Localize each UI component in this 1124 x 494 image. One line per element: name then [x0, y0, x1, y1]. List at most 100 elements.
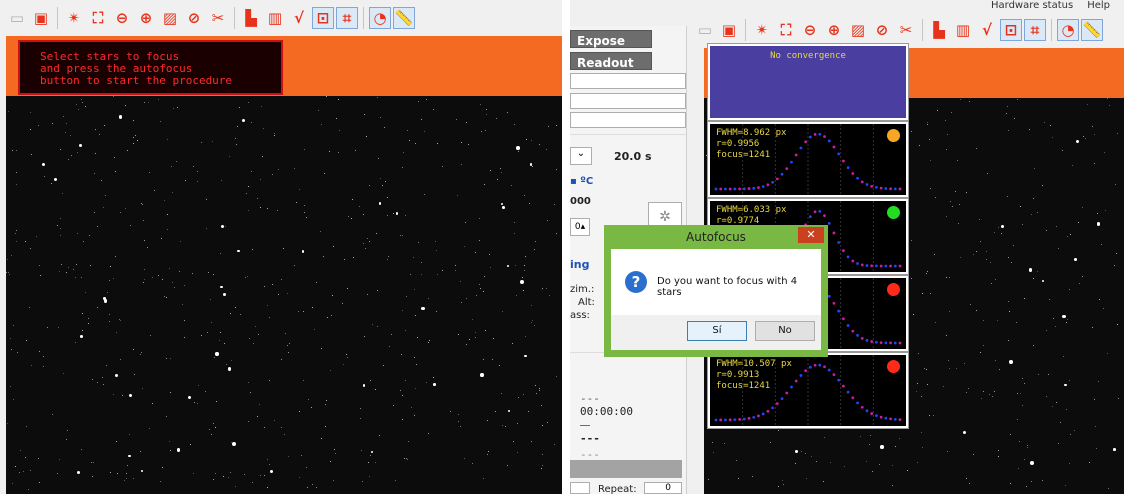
ruler-icon[interactable]: 📏 [1081, 19, 1103, 41]
stars-icon[interactable]: ✴ [751, 19, 773, 41]
new-icon[interactable]: ▭ [694, 19, 716, 41]
star-dot [414, 314, 416, 316]
ruler-icon[interactable]: 📏 [393, 7, 415, 29]
curve-point [870, 340, 874, 343]
menu-help[interactable]: Help [1087, 0, 1110, 12]
curve-point [879, 415, 883, 419]
input-field-3[interactable] [570, 112, 686, 128]
star-graph-1[interactable]: FWHM=8.962 px r=0.9956 focus=1241 [707, 121, 909, 198]
no-entry-icon[interactable]: ⊘ [183, 7, 205, 29]
fit-screen-icon[interactable]: ⛶ [775, 19, 797, 41]
repeat-label: Repeat: [598, 484, 637, 494]
no-entry-icon[interactable]: ⊘ [871, 19, 893, 41]
zoom-in-icon[interactable]: ⊕ [135, 7, 157, 29]
star-dot [192, 272, 194, 274]
star-dot [540, 467, 542, 469]
input-field-2[interactable] [570, 93, 686, 109]
star-dot [923, 367, 925, 369]
close-icon[interactable]: ✕ [798, 227, 824, 243]
star-dot [955, 190, 957, 192]
exposure-dropdown[interactable]: ⌄ [570, 147, 592, 165]
star-dot [6, 272, 8, 274]
star-dot [218, 340, 220, 342]
star-dot [423, 194, 425, 196]
star-image[interactable] [6, 96, 562, 494]
reticle-icon[interactable]: ◔ [369, 7, 391, 29]
spinner-input[interactable]: 0▴ [570, 218, 590, 236]
star-dot [338, 129, 340, 131]
readout-button[interactable]: Readout [570, 52, 652, 70]
no-button[interactable]: No [755, 321, 815, 341]
histogram-icon[interactable]: ▙ [240, 7, 262, 29]
menu-hardware-status[interactable]: Hardware status [991, 0, 1073, 12]
curve-point [841, 159, 845, 163]
star-dot [805, 477, 807, 479]
curve-point [832, 231, 836, 235]
star-dot [15, 232, 17, 234]
stars-icon[interactable]: ✴ [63, 7, 85, 29]
zoom-out-icon[interactable]: ⊖ [111, 7, 133, 29]
toolbar-separator [1051, 19, 1052, 41]
bar-chart-icon[interactable]: ▥ [264, 7, 286, 29]
expose-button[interactable]: Expose [570, 30, 652, 48]
star-dot [417, 241, 419, 243]
star-dot [262, 155, 264, 157]
repeat-input[interactable]: 0 [644, 482, 682, 494]
focus-target-icon[interactable]: ⊡ [312, 7, 334, 29]
star-dot [230, 472, 232, 474]
star-dot [534, 240, 536, 242]
star-dot [986, 250, 988, 252]
star-dot [220, 286, 223, 289]
save-icon[interactable]: ▣ [718, 19, 740, 41]
star-dot [338, 151, 340, 153]
reticle-icon[interactable]: ◔ [1057, 19, 1079, 41]
curve-point [742, 417, 746, 421]
star-dot [161, 278, 163, 280]
sqrt-icon[interactable]: √ [976, 19, 998, 41]
focus-target-icon[interactable]: ⊡ [1000, 19, 1022, 41]
save-icon[interactable]: ▣ [30, 7, 52, 29]
star-dot [1049, 299, 1051, 301]
star-dot [252, 249, 254, 251]
star-dot [392, 405, 394, 407]
star-dot [1113, 448, 1116, 451]
histogram-icon[interactable]: ▙ [928, 19, 950, 41]
star-dot [89, 265, 91, 267]
curve-point [860, 180, 864, 184]
star-dot [184, 337, 186, 339]
star-dot [377, 325, 379, 327]
convergence-text: No convergence [770, 51, 846, 61]
star-graph-4[interactable]: FWHM=10.507 px r=0.9913 focus=1241 [707, 352, 909, 429]
curve-point [799, 146, 803, 150]
cut-icon[interactable]: ✂ [207, 7, 229, 29]
crop-icon[interactable]: ⌗ [1024, 19, 1046, 41]
star-dot [61, 192, 63, 194]
star-dot [466, 298, 468, 300]
curve-point [865, 183, 869, 186]
star-dot [465, 221, 467, 223]
star-dot [513, 123, 515, 125]
star-dot [30, 112, 32, 113]
bar-chart-icon[interactable]: ▥ [952, 19, 974, 41]
crop-icon[interactable]: ⌗ [336, 7, 358, 29]
sqrt-icon[interactable]: √ [288, 7, 310, 29]
star-dot [383, 364, 385, 366]
star-dot [368, 241, 370, 243]
small-field[interactable] [570, 482, 590, 494]
star-dot [13, 324, 15, 326]
input-field-1[interactable] [570, 73, 686, 89]
image-icon[interactable]: ▨ [159, 7, 181, 29]
image-icon[interactable]: ▨ [847, 19, 869, 41]
cut-icon[interactable]: ✂ [895, 19, 917, 41]
star-dot [235, 485, 237, 487]
star-dot [1023, 298, 1025, 300]
star-dot [201, 141, 203, 143]
fit-screen-icon[interactable]: ⛶ [87, 7, 109, 29]
star-dot [120, 211, 121, 213]
zoom-in-icon[interactable]: ⊕ [823, 19, 845, 41]
star-dot [10, 255, 12, 257]
star-dot [483, 358, 485, 360]
new-icon[interactable]: ▭ [6, 7, 28, 29]
yes-button[interactable]: Sí [687, 321, 747, 341]
zoom-out-icon[interactable]: ⊖ [799, 19, 821, 41]
